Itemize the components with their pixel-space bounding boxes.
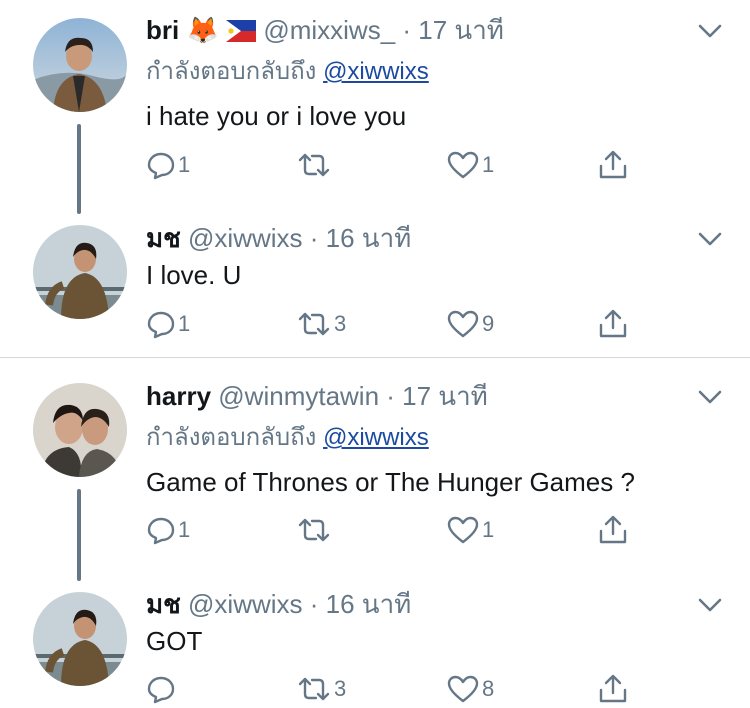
retweet-icon xyxy=(298,677,330,701)
like-count: 9 xyxy=(482,311,495,336)
action-bar: 3 8 xyxy=(146,672,646,706)
thread-line xyxy=(77,489,81,581)
like-button[interactable]: 8 xyxy=(446,672,494,706)
user-handle[interactable]: @winmytawin xyxy=(218,381,379,411)
display-name[interactable]: bri xyxy=(146,15,179,45)
timestamp[interactable]: · 17 นาที xyxy=(386,381,488,411)
chevron-down-icon[interactable] xyxy=(697,230,723,248)
fox-emoji: 🦊 xyxy=(186,15,219,45)
philippines-flag-icon xyxy=(226,17,257,49)
heart-icon xyxy=(447,675,479,703)
heart-icon xyxy=(447,151,479,179)
retweet-icon xyxy=(298,518,330,542)
reply-count: 1 xyxy=(178,152,191,177)
reply-to-line: กำลังตอบกลับถึง @xiwwixs xyxy=(146,57,429,87)
action-bar: 1 1 xyxy=(146,148,646,182)
user-handle[interactable]: @xiwwixs xyxy=(188,589,303,619)
tweet-header: bri 🦊 @mixxiws_ · 17 นาที xyxy=(146,14,504,49)
retweet-button[interactable]: 3 xyxy=(296,307,346,341)
display-name[interactable]: มช xyxy=(146,223,181,253)
reply-button[interactable]: 1 xyxy=(146,148,190,182)
retweet-button[interactable]: 3 xyxy=(296,672,346,706)
share-button[interactable] xyxy=(596,513,630,547)
avatar[interactable] xyxy=(33,592,127,686)
timestamp[interactable]: · 17 นาที xyxy=(402,15,504,45)
share-icon xyxy=(599,515,627,544)
timestamp[interactable]: · 16 นาที xyxy=(310,589,412,619)
user-handle[interactable]: @xiwwixs xyxy=(188,223,303,253)
reply-count: 1 xyxy=(178,311,191,336)
tweet-text: i hate you or i love you xyxy=(146,101,407,131)
display-name[interactable]: harry xyxy=(146,381,211,411)
like-count: 1 xyxy=(482,517,495,542)
like-button[interactable]: 1 xyxy=(446,513,494,547)
action-bar: 1 3 9 xyxy=(146,307,646,341)
reply-icon xyxy=(147,676,175,704)
thread-line xyxy=(77,124,81,214)
reply-icon xyxy=(147,311,175,339)
avatar[interactable] xyxy=(33,225,127,319)
retweet-count: 3 xyxy=(334,311,347,336)
share-button[interactable] xyxy=(596,672,630,706)
tweet-header: มช @xiwwixs · 16 นาที xyxy=(146,222,411,254)
share-icon xyxy=(599,150,627,179)
timestamp[interactable]: · 16 นาที xyxy=(310,223,412,253)
retweet-button[interactable] xyxy=(296,513,334,547)
display-name[interactable]: มช xyxy=(146,589,181,619)
tweet-text: Game of Thrones or The Hunger Games ? xyxy=(146,467,635,497)
reply-button[interactable] xyxy=(146,672,178,706)
reply-button[interactable]: 1 xyxy=(146,307,190,341)
chevron-down-icon[interactable] xyxy=(697,22,723,40)
chevron-down-icon[interactable] xyxy=(697,388,723,406)
thread-divider xyxy=(0,357,750,358)
like-button[interactable]: 9 xyxy=(446,307,494,341)
reply-button[interactable]: 1 xyxy=(146,513,190,547)
tweet-text: I love. U xyxy=(146,260,242,290)
reply-to-line: กำลังตอบกลับถึง @xiwwixs xyxy=(146,423,429,453)
share-icon xyxy=(599,309,627,338)
reply-icon xyxy=(147,517,175,545)
mention-link[interactable]: @xiwwixs xyxy=(323,58,429,85)
tweet-header: มช @xiwwixs · 16 นาที xyxy=(146,588,411,620)
share-icon xyxy=(599,674,627,703)
retweet-icon xyxy=(298,153,330,177)
tweet-header: harry @winmytawin · 17 นาที xyxy=(146,380,488,412)
avatar[interactable] xyxy=(33,383,127,477)
like-count: 1 xyxy=(482,152,495,177)
tweet-text: GOT xyxy=(146,626,203,656)
retweet-icon xyxy=(298,312,330,336)
user-handle[interactable]: @mixxiws_ xyxy=(263,15,395,45)
share-button[interactable] xyxy=(596,148,630,182)
share-button[interactable] xyxy=(596,307,630,341)
heart-icon xyxy=(447,310,479,338)
reply-to-prefix: กำลังตอบกลับถึง xyxy=(146,58,317,85)
reply-count: 1 xyxy=(178,517,191,542)
retweet-count: 3 xyxy=(334,676,347,701)
reply-icon xyxy=(147,152,175,180)
avatar[interactable] xyxy=(33,18,127,112)
like-button[interactable]: 1 xyxy=(446,148,494,182)
mention-link[interactable]: @xiwwixs xyxy=(323,424,429,451)
action-bar: 1 1 xyxy=(146,513,646,547)
retweet-button[interactable] xyxy=(296,148,334,182)
like-count: 8 xyxy=(482,676,495,701)
heart-icon xyxy=(447,516,479,544)
reply-to-prefix: กำลังตอบกลับถึง xyxy=(146,424,317,451)
chevron-down-icon[interactable] xyxy=(697,596,723,614)
